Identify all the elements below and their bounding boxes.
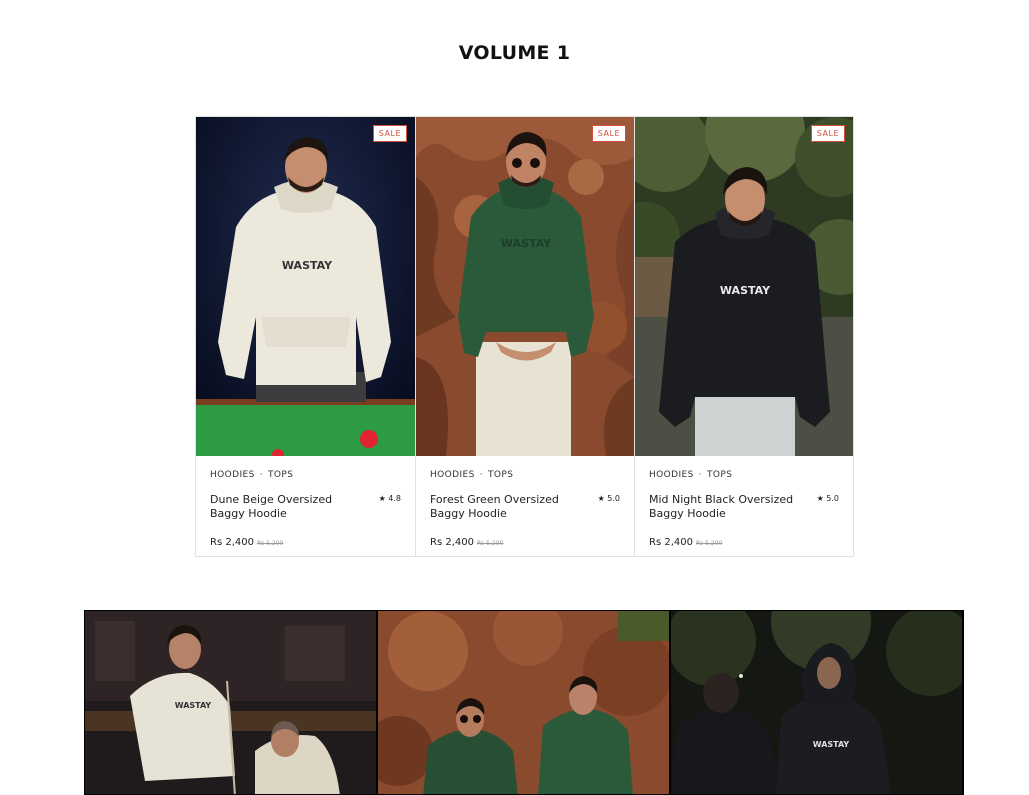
product-photo-dune-beige: WASTAY [196, 117, 415, 456]
lookbook-image-black[interactable]: WASTAY [670, 610, 963, 795]
svg-text:WASTAY: WASTAY [175, 701, 212, 710]
category-link-tops[interactable]: TOPS [268, 470, 293, 480]
sale-badge: SALE [810, 125, 845, 142]
product-card-forest-green[interactable]: WASTAY SALE HOODIES · TOPS Forest Green Ov… [415, 117, 634, 556]
product-categories: HOODIES · TOPS [430, 470, 514, 480]
product-price: Rs 2,400 [649, 537, 693, 548]
product-rating: ★ 5.0 [597, 494, 620, 503]
category-link-tops[interactable]: TOPS [488, 470, 513, 480]
product-image[interactable]: WASTAY SALE [196, 117, 415, 456]
svg-text:WASTAY: WASTAY [720, 284, 771, 297]
svg-text:WASTAY: WASTAY [501, 237, 552, 250]
lookbook-image-green[interactable] [377, 610, 670, 795]
category-link-tops[interactable]: TOPS [707, 470, 732, 480]
product-card-midnight-black[interactable]: WASTAY SALE HOODIES · TOPS Mid Night Black… [634, 117, 853, 556]
product-categories: HOODIES · TOPS [649, 470, 733, 480]
product-rating: ★ 4.8 [378, 494, 401, 503]
product-photo-forest-green: WASTAY [416, 117, 634, 456]
svg-text:WASTAY: WASTAY [282, 259, 333, 272]
section-title: VOLUME 1 [458, 42, 571, 64]
product-old-price: Rs 5,200 [695, 540, 723, 547]
product-photo-midnight-black: WASTAY [635, 117, 853, 456]
product-old-price: Rs 5,200 [476, 540, 504, 547]
product-categories: HOODIES · TOPS [210, 470, 294, 480]
product-price: Rs 2,400 [210, 537, 254, 548]
sale-badge: SALE [591, 125, 626, 142]
sale-badge: SALE [372, 125, 407, 142]
product-title[interactable]: Forest Green Oversized Baggy Hoodie [430, 493, 590, 521]
category-link-hoodies[interactable]: HOODIES [210, 470, 255, 480]
svg-text:WASTAY: WASTAY [813, 740, 850, 749]
product-grid: WASTAY SALE HOODIES · TOPS Dune Beige Over… [195, 116, 854, 557]
lookbook-image-beige[interactable]: WASTAY [84, 610, 377, 795]
product-old-price: Rs 5,200 [256, 540, 284, 547]
lookbook-photo-beige: WASTAY [85, 611, 376, 794]
product-price: Rs 2,400 [430, 537, 474, 548]
category-link-hoodies[interactable]: HOODIES [430, 470, 475, 480]
lookbook-photo-black: WASTAY [671, 611, 962, 794]
product-title[interactable]: Mid Night Black Oversized Baggy Hoodie [649, 493, 809, 521]
category-link-hoodies[interactable]: HOODIES [649, 470, 694, 480]
lookbook-gallery: WASTAY WASTAY [84, 610, 964, 795]
product-image[interactable]: WASTAY SALE [416, 117, 634, 456]
product-image[interactable]: WASTAY SALE [635, 117, 853, 456]
product-card-dune-beige[interactable]: WASTAY SALE HOODIES · TOPS Dune Beige Over… [196, 117, 415, 556]
product-rating: ★ 5.0 [816, 494, 839, 503]
product-title[interactable]: Dune Beige Oversized Baggy Hoodie [210, 493, 370, 521]
lookbook-photo-green [378, 611, 669, 794]
